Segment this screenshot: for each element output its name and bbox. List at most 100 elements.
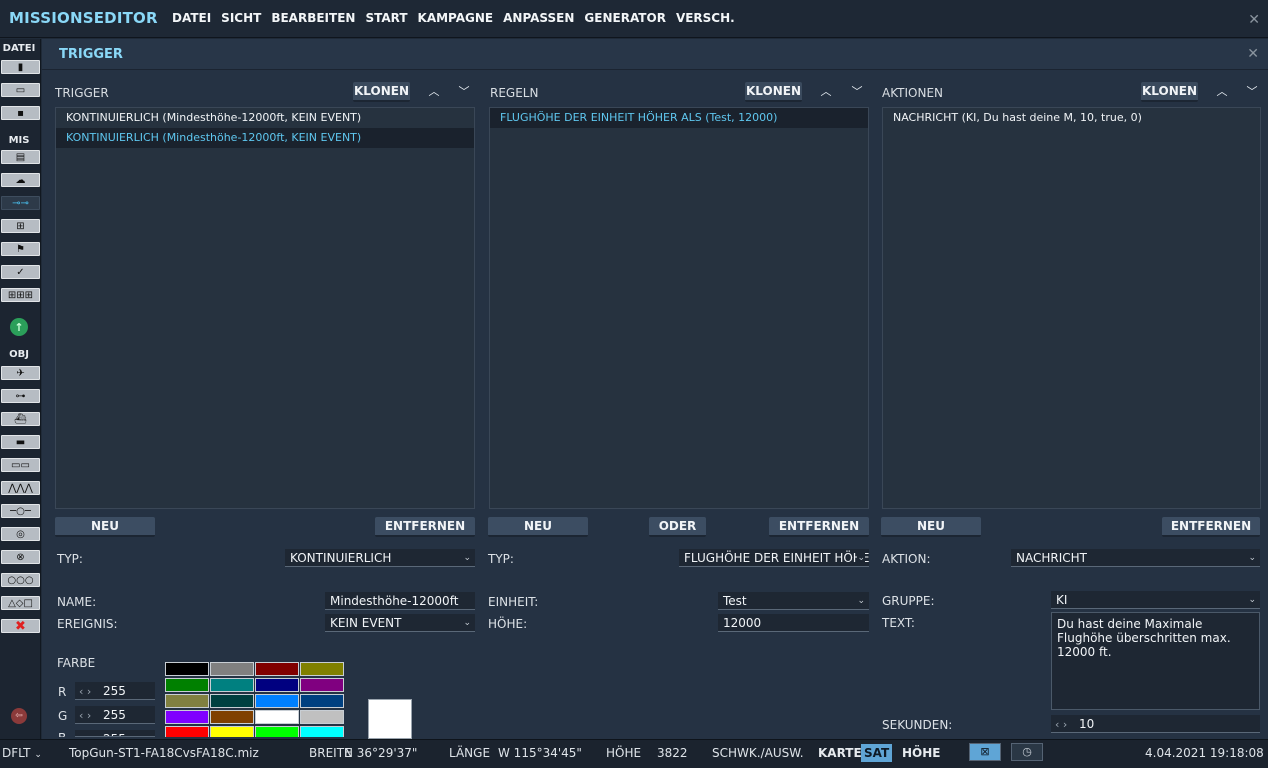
color-swatch[interactable] (255, 710, 299, 724)
color-swatch[interactable] (165, 710, 209, 724)
actions-move-up-icon[interactable]: ︿ (1215, 85, 1229, 98)
color-swatch[interactable] (300, 726, 344, 737)
actions-list-item[interactable]: NACHRICHT (KI, Du hast deine M, 10, true… (883, 108, 1260, 128)
rules-or-button[interactable]: ODER (649, 517, 706, 537)
color-swatch[interactable] (255, 662, 299, 676)
color-swatch[interactable] (165, 662, 209, 676)
menu-misc[interactable]: VERSCH. (676, 11, 735, 25)
add-vehicle-button[interactable]: ▬ (1, 435, 40, 449)
trigger-move-down-icon[interactable]: ﹀ (457, 85, 471, 98)
color-swatch[interactable] (210, 662, 254, 676)
briefing-button[interactable]: ▤ (1, 150, 40, 164)
color-swatch[interactable] (300, 678, 344, 692)
stepper-arrows-icon[interactable]: ‹ › (75, 709, 91, 722)
trigger-clone-button[interactable]: KLONEN (353, 82, 410, 102)
color-swatch[interactable] (210, 710, 254, 724)
rules-move-down-icon[interactable]: ﹀ (850, 85, 864, 98)
add-ring-button[interactable]: ○○○ (1, 573, 40, 587)
sat-mode-button[interactable]: SAT (861, 744, 893, 762)
color-swatch[interactable] (210, 678, 254, 692)
check-button[interactable]: ✓ (1, 265, 40, 279)
color-swatch[interactable] (255, 694, 299, 708)
action-text-input[interactable]: Du hast deine Maximale Flughöhe überschr… (1051, 612, 1260, 710)
color-swatch[interactable] (165, 726, 209, 737)
trigger-name-input[interactable]: Mindesthöhe-12000ft (325, 592, 475, 610)
trigger-type-select[interactable]: KONTINUIERLICH ⌄ (285, 549, 475, 567)
add-static-button[interactable]: ▭▭ (1, 458, 40, 472)
menu-campaign[interactable]: KAMPAGNE (418, 11, 494, 25)
trigger-new-button[interactable]: NEU (55, 517, 155, 537)
trigger-list-item[interactable]: KONTINUIERLICH (Mindesthöhe-12000ft, KEI… (56, 108, 474, 128)
trigger-event-select[interactable]: KEIN EVENT ⌄ (325, 614, 475, 632)
menu-edit[interactable]: BEARBEITEN (271, 11, 355, 25)
add-waypoint-button[interactable]: ─○─ (1, 504, 40, 518)
rules-type-select[interactable]: FLUGHÖHE DER EINHEIT HÖHER ALS⌄ (679, 549, 869, 567)
stepper-arrows-icon[interactable]: ‹ › (75, 685, 91, 698)
add-target-button[interactable]: ◎ (1, 527, 40, 541)
color-swatch[interactable] (300, 694, 344, 708)
rules-remove-button[interactable]: ENTFERNEN (769, 517, 869, 537)
actions-new-button[interactable]: NEU (881, 517, 981, 537)
menu-view[interactable]: SICHT (221, 11, 261, 25)
triggers-button[interactable]: ⊸⊸ (1, 196, 40, 210)
coalitions-button[interactable]: ⊞⊞⊞ (1, 288, 40, 302)
rules-list-item-selected[interactable]: FLUGHÖHE DER EINHEIT HÖHER ALS (Test, 12… (490, 108, 868, 128)
stepper-arrows-icon[interactable]: ‹ › (75, 733, 91, 736)
add-helicopter-button[interactable]: ⊶ (1, 389, 40, 403)
actions-clone-button[interactable]: KLONEN (1141, 82, 1198, 102)
menu-file[interactable]: DATEI (172, 11, 211, 25)
color-swatch[interactable] (255, 726, 299, 737)
close-icon[interactable]: ✕ (1248, 12, 1260, 28)
latitude-value: N 36°29'37" (344, 746, 418, 760)
goals-button[interactable]: ⚑ (1, 242, 40, 256)
trigger-move-up-icon[interactable]: ︿ (427, 85, 441, 98)
color-b-stepper[interactable]: ‹ › 255 (75, 730, 155, 737)
color-swatch[interactable] (300, 710, 344, 724)
add-plane-button[interactable]: ✈ (1, 366, 40, 380)
open-file-button[interactable]: ▭ (1, 83, 40, 97)
toggle-label[interactable]: SCHWK./AUSW. (712, 746, 804, 760)
color-swatch[interactable] (300, 662, 344, 676)
add-ship-button[interactable]: ⛴ (1, 412, 40, 426)
rules-new-button[interactable]: NEU (488, 517, 588, 537)
color-swatch[interactable] (165, 678, 209, 692)
action-group-select[interactable]: KI ⌄ (1051, 591, 1260, 609)
save-file-button[interactable]: ▪ (1, 106, 40, 120)
action-seconds-stepper[interactable]: ‹ › 10 (1051, 715, 1260, 733)
trigger-list-item-selected[interactable]: KONTINUIERLICH (Mindesthöhe-12000ft, KEI… (56, 128, 474, 148)
upload-icon[interactable]: ↑ (10, 318, 28, 336)
color-swatch[interactable] (210, 726, 254, 737)
new-file-button[interactable]: ▮ (1, 60, 40, 74)
clock-icon[interactable]: ◷ (1011, 743, 1043, 761)
action-type-select[interactable]: NACHRICHT ⌄ (1011, 549, 1260, 567)
color-g-stepper[interactable]: ‹ › 255 (75, 706, 155, 724)
stepper-arrows-icon[interactable]: ‹ › (1051, 718, 1067, 731)
color-r-stepper[interactable]: ‹ › 255 (75, 682, 155, 700)
zones-button[interactable]: ⊞ (1, 219, 40, 233)
rules-height-input[interactable]: 12000 (718, 614, 869, 632)
rules-clone-button[interactable]: KLONEN (745, 82, 802, 102)
menu-customize[interactable]: ANPASSEN (503, 11, 574, 25)
map-mode-button[interactable]: KARTE (815, 744, 865, 762)
delete-button[interactable]: ✖ (1, 619, 40, 634)
profile-select[interactable]: DFLT ⌄ (2, 746, 42, 760)
color-swatch[interactable] (255, 678, 299, 692)
actions-move-down-icon[interactable]: ﹀ (1245, 85, 1259, 98)
add-shapes-button[interactable]: △◇□ (1, 596, 40, 610)
height-mode-button[interactable]: HÖHE (899, 744, 943, 762)
color-swatch[interactable] (165, 694, 209, 708)
actions-remove-button[interactable]: ENTFERNEN (1162, 517, 1260, 537)
menu-generator[interactable]: GENERATOR (584, 11, 666, 25)
rules-unit-select[interactable]: Test ⌄ (718, 592, 869, 610)
clipboard-icon: ▤ (15, 151, 26, 163)
add-marker-button[interactable]: ⊗ (1, 550, 40, 564)
add-route-button[interactable]: ⋀⋀⋀ (1, 481, 40, 495)
panel-close-icon[interactable]: ✕ (1247, 46, 1259, 62)
weather-button[interactable]: ☁ (1, 173, 40, 187)
rules-move-up-icon[interactable]: ︿ (819, 85, 833, 98)
color-swatch[interactable] (210, 694, 254, 708)
trigger-remove-button[interactable]: ENTFERNEN (375, 517, 475, 537)
exit-icon[interactable]: ⇦ (11, 708, 27, 724)
ruler-icon[interactable]: ⊠ (969, 743, 1001, 761)
menu-start[interactable]: START (365, 11, 407, 25)
